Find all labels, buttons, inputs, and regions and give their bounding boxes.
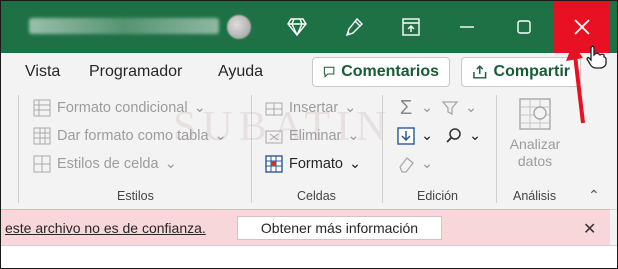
chevron-down-icon: ⌄ [469, 128, 482, 144]
blurred-account-name [29, 18, 219, 34]
share-label: Compartir [493, 63, 570, 80]
chevron-down-icon: ⌄ [344, 100, 357, 116]
comment-icon [323, 66, 335, 78]
autosum-button[interactable]: Σ ⌄ [397, 97, 433, 119]
chevron-down-icon: ⌄ [193, 100, 206, 116]
format-as-table-button[interactable]: Dar formato como tabla ⌄ [33, 125, 227, 147]
ribbon-separator [18, 95, 19, 203]
format-as-table-label: Dar formato como tabla [57, 128, 209, 144]
eraser-icon [397, 155, 415, 173]
cell-styles-button[interactable]: Estilos de celda ⌄ [33, 153, 177, 175]
share-icon [473, 65, 487, 79]
security-warning-bar: este archivo no es de confianza. Obtener… [1, 209, 610, 245]
tab-vista[interactable]: Vista [25, 63, 60, 81]
ribbon-separator [496, 95, 497, 203]
analyze-data-button[interactable]: Analizar datos [506, 97, 564, 187]
analyze-data-line1: Analizar [509, 136, 561, 152]
group-label-analysis: Análisis [513, 189, 557, 203]
table-format-icon [33, 127, 51, 145]
format-label: Formato [289, 156, 343, 172]
comments-button[interactable]: Comentarios [312, 57, 450, 87]
fill-down-icon [397, 127, 415, 145]
ribbon-display-icon[interactable] [401, 17, 421, 37]
analyze-data-icon [518, 97, 552, 131]
tab-ayuda[interactable]: Ayuda [218, 63, 263, 81]
clear-button[interactable]: ⌄ [397, 153, 433, 175]
minimize-button[interactable] [439, 1, 495, 53]
format-cells-icon [265, 155, 283, 173]
chevron-down-icon: ⌄ [347, 128, 360, 144]
chevron-down-icon: ⌄ [214, 128, 227, 144]
insert-icon [265, 99, 283, 117]
close-warning-icon[interactable]: ✕ [583, 219, 596, 239]
fill-button[interactable]: ⌄ [397, 125, 433, 147]
avatar[interactable] [227, 15, 251, 39]
sort-filter-button[interactable]: ⌄ [441, 97, 477, 119]
group-label-styles: Estilos [117, 189, 154, 203]
ribbon: Formato condicional ⌄ Dar formato como t… [1, 91, 617, 210]
analyze-data-line2: datos [517, 153, 553, 169]
find-select-button[interactable]: ⌄ [445, 125, 481, 147]
delete-button[interactable]: Eliminar ⌄ [265, 125, 360, 147]
ribbon-tabs: Vista Programador Ayuda Comentarios Comp… [1, 53, 617, 91]
chevron-down-icon: ⌄ [421, 128, 434, 144]
maximize-button[interactable] [496, 1, 552, 53]
conditional-format-label: Formato condicional [57, 100, 188, 116]
warning-message-link[interactable]: este archivo no es de confianza. [5, 220, 206, 236]
ribbon-separator [251, 95, 252, 203]
cell-styles-label: Estilos de celda [57, 156, 159, 172]
hand-cursor-icon [583, 43, 609, 69]
conditional-format-button[interactable]: Formato condicional ⌄ [33, 97, 206, 119]
chevron-down-icon: ⌄ [421, 100, 434, 116]
delete-icon [265, 127, 283, 145]
conditional-format-icon [33, 99, 51, 117]
diamond-icon[interactable] [287, 17, 307, 37]
more-info-button[interactable]: Obtener más información [237, 216, 442, 240]
chevron-down-icon: ⌄ [164, 156, 177, 172]
tab-programador[interactable]: Programador [89, 63, 182, 81]
pen-icon[interactable] [344, 17, 364, 37]
format-button[interactable]: Formato ⌄ [265, 153, 361, 175]
collapse-ribbon-icon[interactable]: ⌃ [588, 187, 600, 204]
comments-label: Comentarios [341, 63, 439, 80]
ribbon-separator [382, 95, 383, 203]
insert-button[interactable]: Insertar ⌄ [265, 97, 356, 119]
sum-icon: Σ [399, 96, 413, 119]
chevron-down-icon: ⌄ [349, 156, 362, 172]
formula-bar-area [1, 245, 617, 268]
cell-styles-icon [33, 155, 51, 173]
group-label-editing: Edición [417, 189, 458, 203]
search-icon [445, 127, 463, 145]
chevron-down-icon: ⌄ [465, 100, 478, 116]
insert-label: Insertar [289, 100, 339, 116]
close-icon [574, 19, 590, 35]
title-bar [1, 1, 617, 53]
sort-filter-icon [441, 99, 459, 117]
group-label-cells: Celdas [297, 189, 336, 203]
delete-label: Eliminar [289, 128, 342, 144]
excel-window: Vista Programador Ayuda Comentarios Comp… [0, 0, 618, 269]
chevron-down-icon: ⌄ [421, 156, 434, 172]
